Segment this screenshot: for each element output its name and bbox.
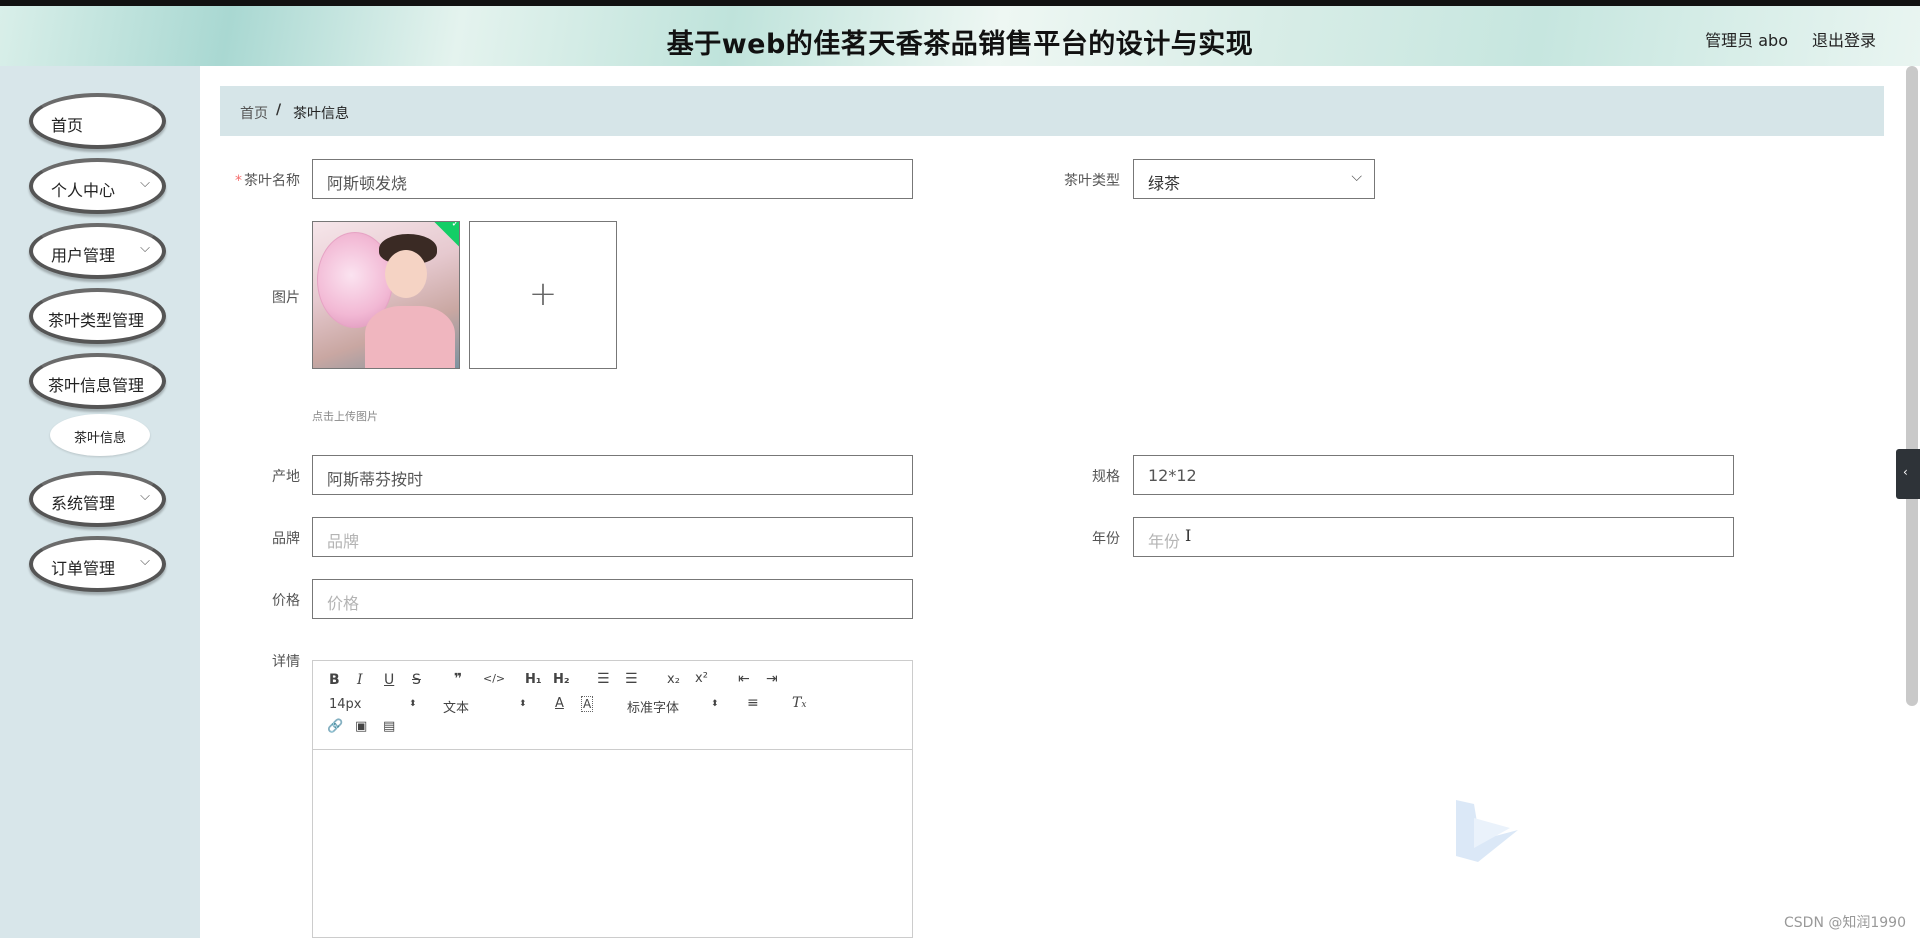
sidebar-item-label: 用户管理	[51, 246, 116, 265]
spec-input[interactable]: 12*12	[1133, 455, 1734, 495]
outdent-icon[interactable]: ⇤	[738, 671, 750, 687]
font-size-select[interactable]: 14px ⬍	[329, 697, 419, 712]
origin-label: 产地	[272, 469, 300, 485]
plus-icon: +	[528, 274, 558, 314]
background-color-icon[interactable]: A	[581, 696, 594, 712]
uploaded-image-thumbnail[interactable]: ✓	[312, 221, 460, 369]
indent-icon[interactable]: ⇥	[766, 671, 778, 687]
spec-label: 规格	[1092, 469, 1120, 485]
tea-type-select[interactable]: 绿茶 ⌵	[1133, 159, 1375, 199]
sidebar-subitem-tea-info[interactable]: 茶叶信息	[50, 414, 150, 456]
logout-link[interactable]: 退出登录	[1812, 27, 1876, 51]
detail-label: 详情	[272, 654, 300, 670]
image-upload-button[interactable]: +	[469, 221, 617, 369]
sidebar-item-home[interactable]: 首页	[29, 93, 166, 149]
sidebar-item-label: 系统管理	[51, 494, 116, 513]
chevron-updown-icon: ⬍	[519, 699, 527, 709]
price-label: 价格	[272, 593, 300, 609]
tea-type-label: 茶叶类型	[1064, 173, 1120, 189]
code-icon[interactable]: </>	[483, 672, 505, 685]
breadcrumb-current: 茶叶信息	[293, 106, 349, 122]
heading1-icon[interactable]: H₁	[525, 672, 542, 687]
chevron-down-icon: ⌵	[140, 176, 150, 191]
sidebar-item-orders[interactable]: 订单管理 ⌵	[29, 536, 166, 592]
link-icon[interactable]: 🔗	[327, 719, 343, 734]
sidebar-item-label: 个人中心	[51, 181, 116, 200]
italic-icon[interactable]: I	[357, 672, 363, 688]
rich-text-editor: B I U S ❞ </> H₁ H₂ ☰ ☰ x₂ x² ⇤ ⇥ 14px ⬍…	[312, 660, 913, 938]
brand-input[interactable]: 品牌	[312, 517, 913, 557]
image-icon[interactable]: ▣	[355, 719, 367, 734]
font-color-icon[interactable]: A	[555, 696, 564, 711]
font-family-select[interactable]: 标准字体 ⬍	[627, 697, 727, 716]
chevron-updown-icon: ⬍	[409, 699, 417, 709]
chevron-down-icon: ⌵	[140, 554, 150, 569]
sidebar-item-label: 订单管理	[51, 559, 116, 578]
text-cursor-icon: I	[1185, 526, 1192, 545]
chevron-updown-icon: ⬍	[711, 699, 719, 709]
sidebar-item-users[interactable]: 用户管理 ⌵	[29, 223, 166, 279]
csdn-watermark: CSDN @知润1990	[1784, 915, 1906, 931]
sidebar-item-label: 首页	[51, 116, 84, 135]
sidebar-item-tea-types[interactable]: 茶叶类型管理	[29, 288, 166, 344]
page-scrollbar[interactable]	[1906, 66, 1918, 706]
breadcrumb: 首页 / 茶叶信息	[220, 86, 1884, 136]
superscript-icon[interactable]: x²	[695, 671, 708, 686]
quote-icon[interactable]: ❞	[454, 671, 462, 687]
sidebar-item-system[interactable]: 系统管理 ⌵	[29, 471, 166, 527]
year-label: 年份	[1092, 531, 1120, 547]
subscript-icon[interactable]: x₂	[667, 672, 680, 687]
sidebar-item-label: 茶叶信息管理	[48, 376, 145, 395]
text-style-select[interactable]: 文本 ⬍	[443, 697, 533, 716]
clear-format-icon[interactable]: Tx	[792, 695, 806, 711]
app-header: 基于web的佳茗天香茶品销售平台的设计与实现 管理员 abo 退出登录	[0, 6, 1920, 66]
tea-name-label: * 茶叶名称	[235, 173, 300, 189]
price-input[interactable]: 价格	[312, 579, 913, 619]
strike-icon[interactable]: S	[412, 672, 421, 688]
page-title: 基于web的佳茗天香茶品销售平台的设计与实现	[666, 29, 1254, 60]
align-icon[interactable]: ≡	[747, 695, 759, 711]
video-icon[interactable]: ▤	[383, 719, 395, 734]
collapse-panel-tab[interactable]: ‹	[1896, 449, 1920, 499]
heading2-icon[interactable]: H₂	[553, 672, 570, 687]
origin-input[interactable]: 阿斯蒂芬按时	[312, 455, 913, 495]
chevron-down-icon: ⌵	[140, 489, 150, 504]
editor-content-area[interactable]	[313, 751, 912, 938]
sidebar-item-label: 茶叶类型管理	[48, 311, 145, 330]
chevron-down-icon: ⌵	[140, 241, 150, 256]
image-label: 图片	[272, 290, 300, 306]
breadcrumb-separator: /	[276, 102, 282, 118]
tea-type-value: 绿茶	[1148, 174, 1181, 193]
brand-label: 品牌	[272, 531, 300, 547]
current-user: 管理员 abo	[1705, 31, 1788, 50]
underline-icon[interactable]: U	[384, 672, 394, 688]
sidebar-item-profile[interactable]: 个人中心 ⌵	[29, 158, 166, 214]
sidebar-subitem-label: 茶叶信息	[73, 431, 126, 446]
watermark-logo-icon	[1456, 800, 1518, 862]
collapse-left-icon: ‹	[1903, 465, 1908, 479]
ordered-list-icon[interactable]: ☰	[597, 671, 610, 687]
sidebar: 首页 个人中心 ⌵ 用户管理 ⌵ 茶叶类型管理 茶叶信息管理 茶叶信息 系统管理…	[0, 66, 200, 938]
tea-name-input[interactable]: 阿斯顿发烧	[312, 159, 913, 199]
editor-toolbar: B I U S ❞ </> H₁ H₂ ☰ ☰ x₂ x² ⇤ ⇥ 14px ⬍…	[313, 661, 912, 750]
bold-icon[interactable]: B	[329, 672, 340, 688]
chevron-down-icon: ⌵	[1351, 169, 1362, 185]
sidebar-item-tea-info-management[interactable]: 茶叶信息管理	[29, 353, 166, 409]
breadcrumb-home[interactable]: 首页	[240, 103, 268, 123]
bullet-list-icon[interactable]: ☰	[625, 671, 638, 687]
upload-hint: 点击上传图片	[312, 410, 378, 423]
year-input[interactable]: 年份	[1133, 517, 1734, 557]
